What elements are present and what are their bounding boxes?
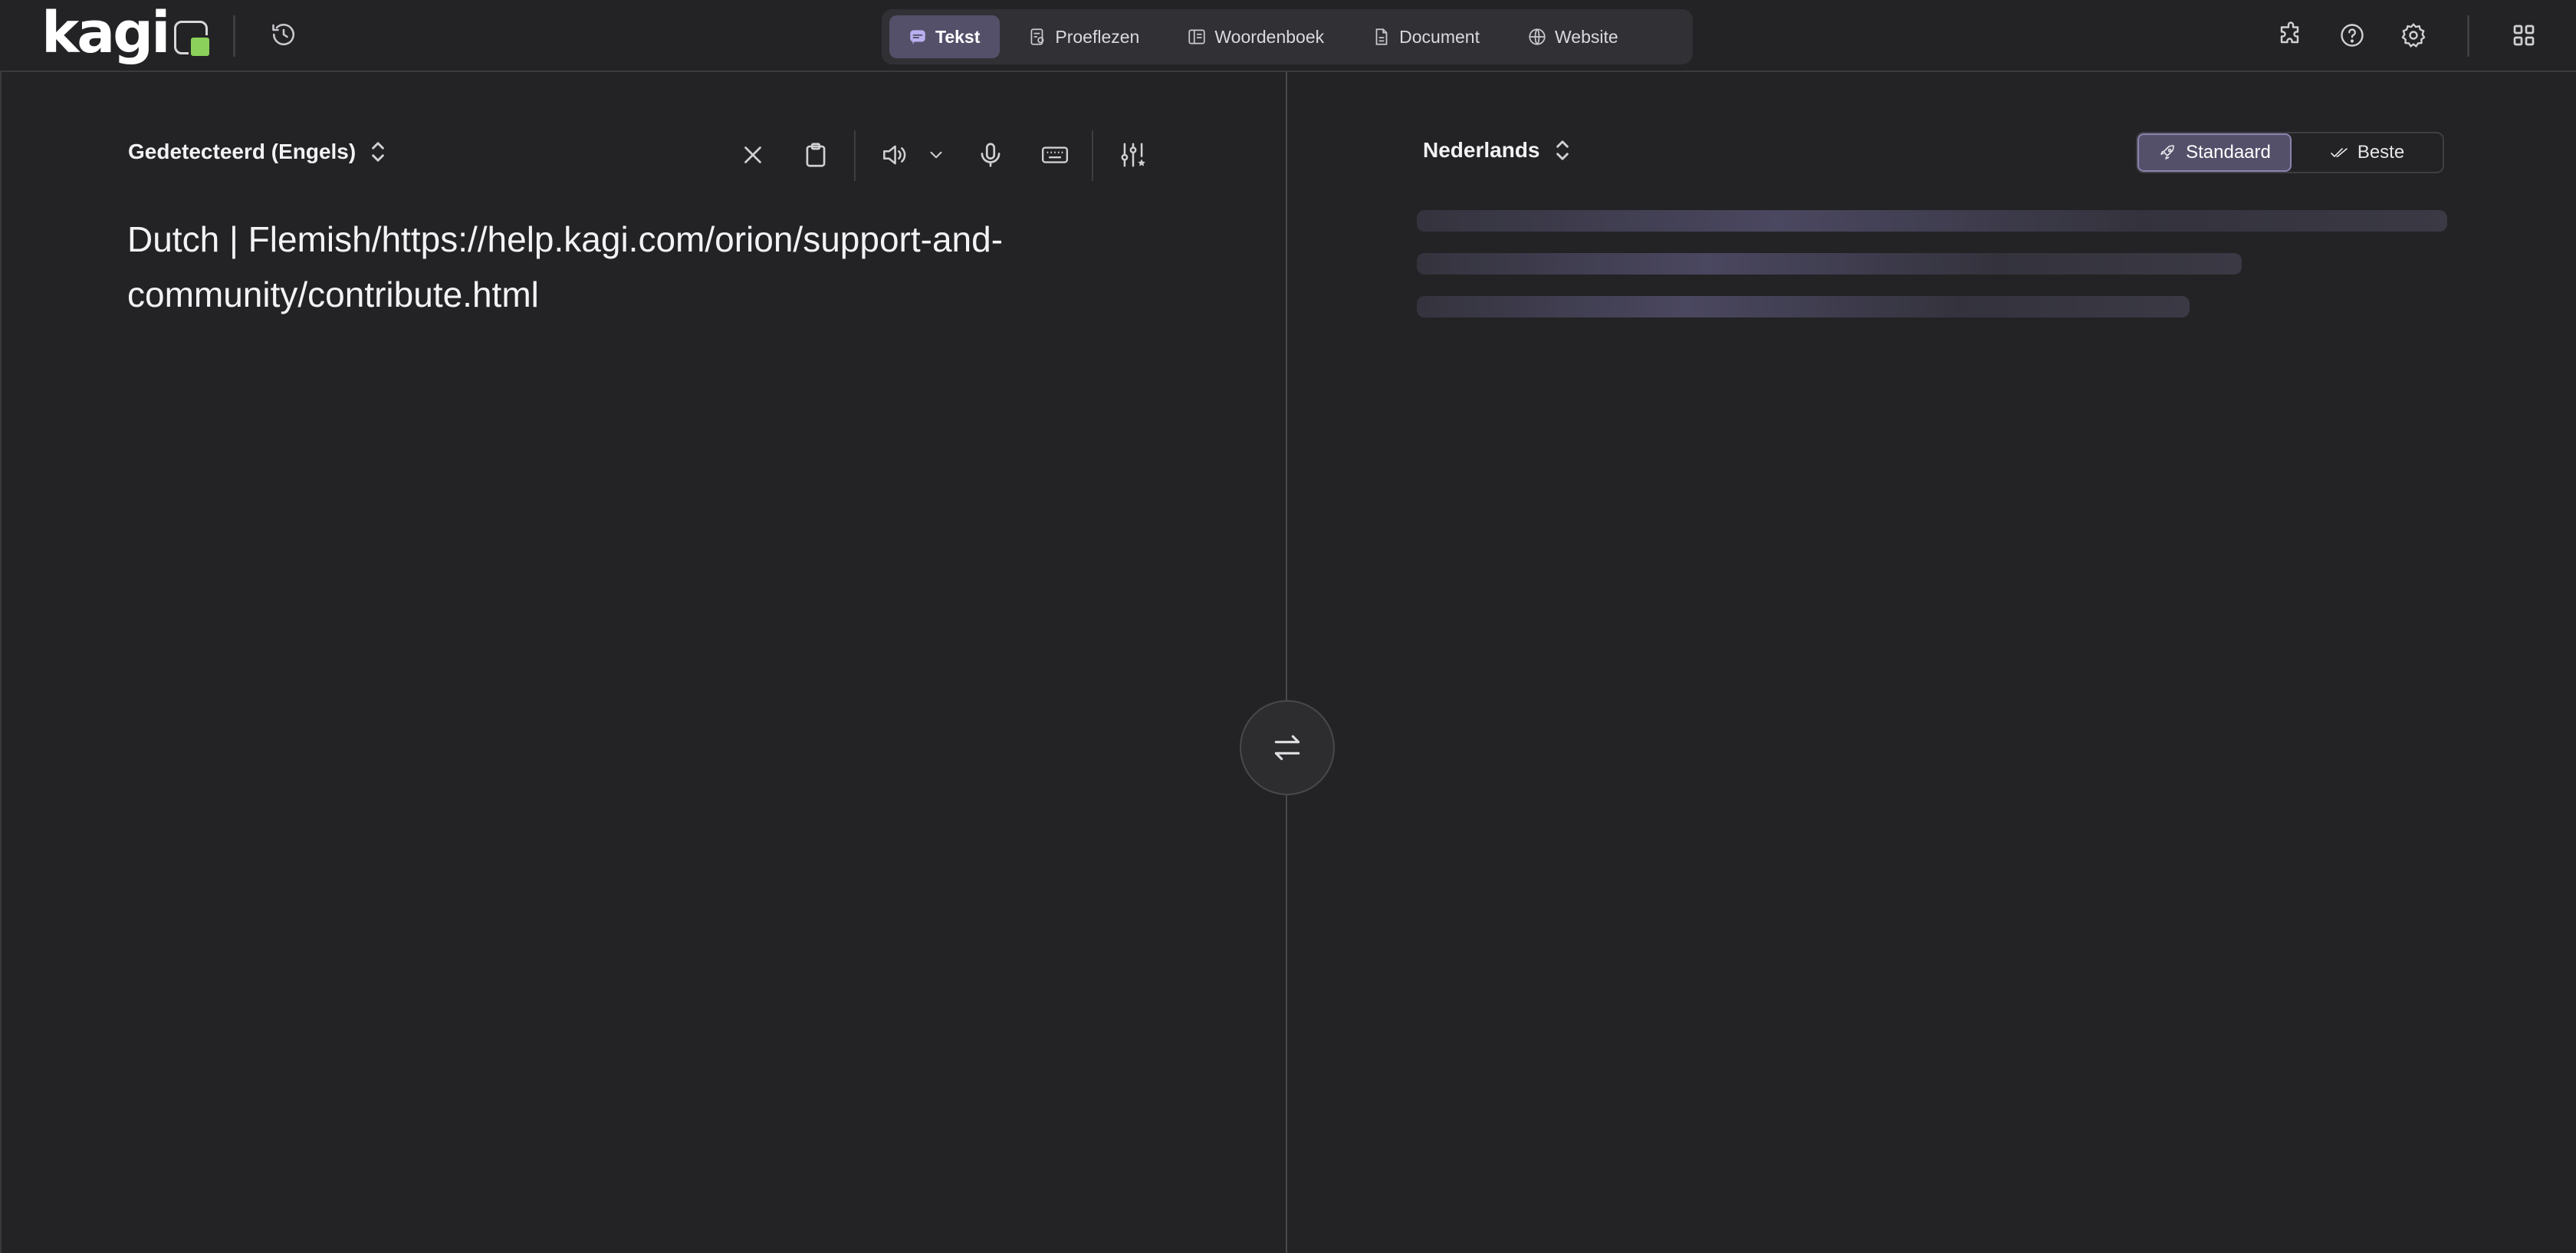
- swap-arrows-icon: [1274, 735, 1300, 761]
- target-language-label: Nederlands: [1423, 138, 1540, 162]
- kagi-translate-logo[interactable]: kagi: [41, 0, 212, 66]
- tab-proeflezen[interactable]: Proeflezen: [1009, 15, 1159, 58]
- panel-divider: [1286, 72, 1287, 1253]
- tab-document[interactable]: Document: [1353, 15, 1500, 58]
- translation-options-button[interactable]: [1113, 135, 1153, 175]
- apps-grid-icon[interactable]: [2505, 17, 2542, 54]
- tab-label: Tekst: [935, 26, 981, 47]
- loading-skeleton-line: [1417, 296, 2190, 317]
- quality-toggle: Standaard Beste: [2136, 132, 2444, 173]
- window-edge: [0, 72, 2, 1253]
- paste-button[interactable]: [796, 135, 836, 175]
- clear-button[interactable]: [733, 135, 773, 175]
- logo-text: kagi: [41, 0, 170, 66]
- header-divider: [2467, 15, 2469, 57]
- loading-skeleton-line: [1417, 210, 2447, 232]
- loading-skeleton-line: [1417, 253, 2242, 275]
- source-text-area[interactable]: Dutch | Flemish/https://help.kagi.com/or…: [127, 212, 1201, 322]
- quality-label: Beste: [2357, 142, 2405, 163]
- chevron-updown-icon: [1556, 140, 1569, 160]
- tab-label: Document: [1399, 26, 1480, 47]
- speak-button[interactable]: [874, 135, 914, 175]
- help-icon[interactable]: [2334, 17, 2371, 54]
- extension-icon[interactable]: [2272, 17, 2309, 54]
- swap-languages-button[interactable]: [1240, 700, 1335, 795]
- settings-icon[interactable]: [2395, 17, 2432, 54]
- keyboard-button[interactable]: [1035, 135, 1075, 175]
- quality-label: Standaard: [2186, 142, 2271, 163]
- tab-label: Proeflezen: [1055, 26, 1140, 47]
- toolbar-divider: [1092, 130, 1093, 181]
- tab-label: Woordenboek: [1214, 26, 1325, 47]
- top-bar: kagi Tekst Proeflezen Woordenboek Docume…: [0, 0, 2576, 72]
- tab-woordenboek[interactable]: Woordenboek: [1168, 15, 1344, 58]
- chat-icon: [910, 30, 925, 44]
- translate-badge-icon: [174, 21, 212, 58]
- book-icon: [1188, 29, 1205, 44]
- toolbar-divider: [854, 130, 856, 181]
- source-language-label: Gedetecteerd (Engels): [128, 140, 356, 163]
- target-language-select[interactable]: Nederlands: [1423, 138, 1571, 163]
- tab-label: Website: [1554, 26, 1618, 47]
- document-icon: [1375, 28, 1388, 45]
- speaker-icon: [883, 145, 906, 165]
- mode-tabs: Tekst Proeflezen Woordenboek Document We…: [882, 9, 1693, 64]
- header-divider: [233, 15, 235, 57]
- quality-standaard-button[interactable]: Standaard: [2137, 133, 2292, 172]
- microphone-button[interactable]: [971, 135, 1010, 175]
- voice-options-dropdown[interactable]: [917, 135, 955, 175]
- source-language-select[interactable]: Gedetecteerd (Engels): [128, 140, 386, 164]
- microphone-icon: [981, 143, 1001, 167]
- clipboard-icon: [806, 143, 826, 167]
- keyboard-icon: [1041, 146, 1069, 163]
- rocket-icon: [2160, 145, 2174, 160]
- chevron-down-icon: [930, 151, 942, 159]
- tab-website[interactable]: Website: [1509, 15, 1638, 58]
- chevron-updown-icon: [372, 142, 385, 162]
- history-icon[interactable]: [265, 16, 302, 53]
- close-icon: [744, 146, 761, 163]
- sliders-icon: [1121, 143, 1145, 167]
- proofread-icon: [1030, 28, 1044, 45]
- globe-icon: [1529, 28, 1546, 45]
- quality-beste-button[interactable]: Beste: [2292, 133, 2443, 172]
- tab-tekst[interactable]: Tekst: [889, 15, 1001, 58]
- double-check-icon: [2331, 148, 2348, 157]
